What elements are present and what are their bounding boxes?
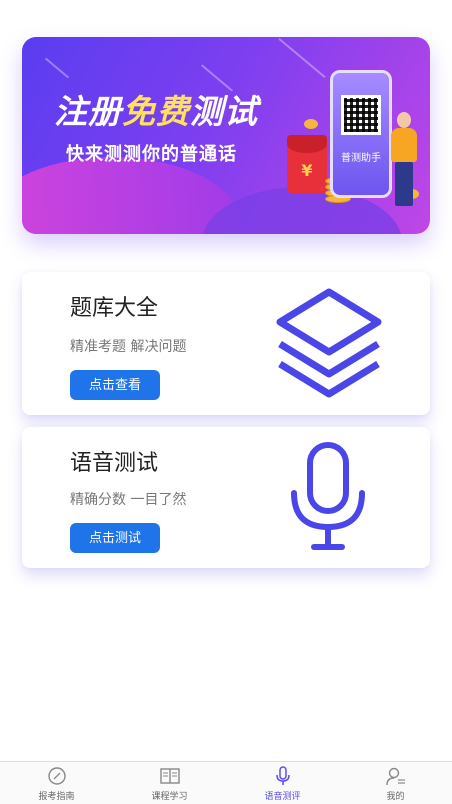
microphone-icon (275, 766, 290, 785)
layers-icon (276, 288, 382, 398)
voice-test-card[interactable]: 语音测试 精确分数 一目了然 点击测试 (22, 427, 430, 568)
red-packet-illustration: ¥ (287, 135, 327, 193)
user-icon (385, 767, 405, 786)
promo-banner[interactable]: 注册免费测试 快来测测你的普通话 ¥ 普测助手 (22, 37, 430, 234)
tab-exam-guide[interactable]: 报考指南 (0, 762, 113, 804)
banner-title: 注册免费测试 (54, 92, 258, 131)
microphone-icon (291, 442, 365, 550)
card-title: 语音测试 (70, 451, 159, 476)
bottom-tab-bar: 报考指南 课程学习 语音测评 我的 (0, 761, 452, 804)
banner-streak (278, 37, 326, 79)
question-bank-card[interactable]: 题库大全 精准考题 解决问题 点击查看 (22, 272, 430, 415)
banner-subtitle: 快来测测你的普通话 (66, 144, 237, 165)
coin-illustration (304, 119, 318, 129)
tab-label: 报考指南 (38, 792, 75, 802)
app-screen: 注册免费测试 快来测测你的普通话 ¥ 普测助手 题库大全 精准考题 解决问题 点… (0, 0, 452, 804)
tab-voice-assessment[interactable]: 语音测评 (226, 762, 339, 804)
tab-label: 课程学习 (151, 792, 188, 802)
view-button[interactable]: 点击查看 (70, 370, 160, 400)
banner-streak (44, 57, 70, 79)
tab-course-study[interactable]: 课程学习 (113, 762, 226, 804)
compass-icon (47, 767, 66, 785)
book-icon (159, 768, 180, 784)
person-illustration (387, 112, 421, 207)
card-description: 精确分数 一目了然 (70, 492, 187, 508)
test-button[interactable]: 点击测试 (70, 523, 160, 553)
yen-symbol: ¥ (301, 161, 313, 180)
phone-illustration: 普测助手 (330, 70, 392, 198)
tab-label: 我的 (386, 792, 405, 802)
card-title: 题库大全 (70, 296, 159, 321)
phone-caption: 普测助手 (341, 153, 381, 164)
tab-mine[interactable]: 我的 (339, 762, 452, 804)
qr-code (341, 95, 381, 135)
tab-label: 语音测评 (264, 792, 301, 802)
card-description: 精准考题 解决问题 (70, 339, 187, 355)
